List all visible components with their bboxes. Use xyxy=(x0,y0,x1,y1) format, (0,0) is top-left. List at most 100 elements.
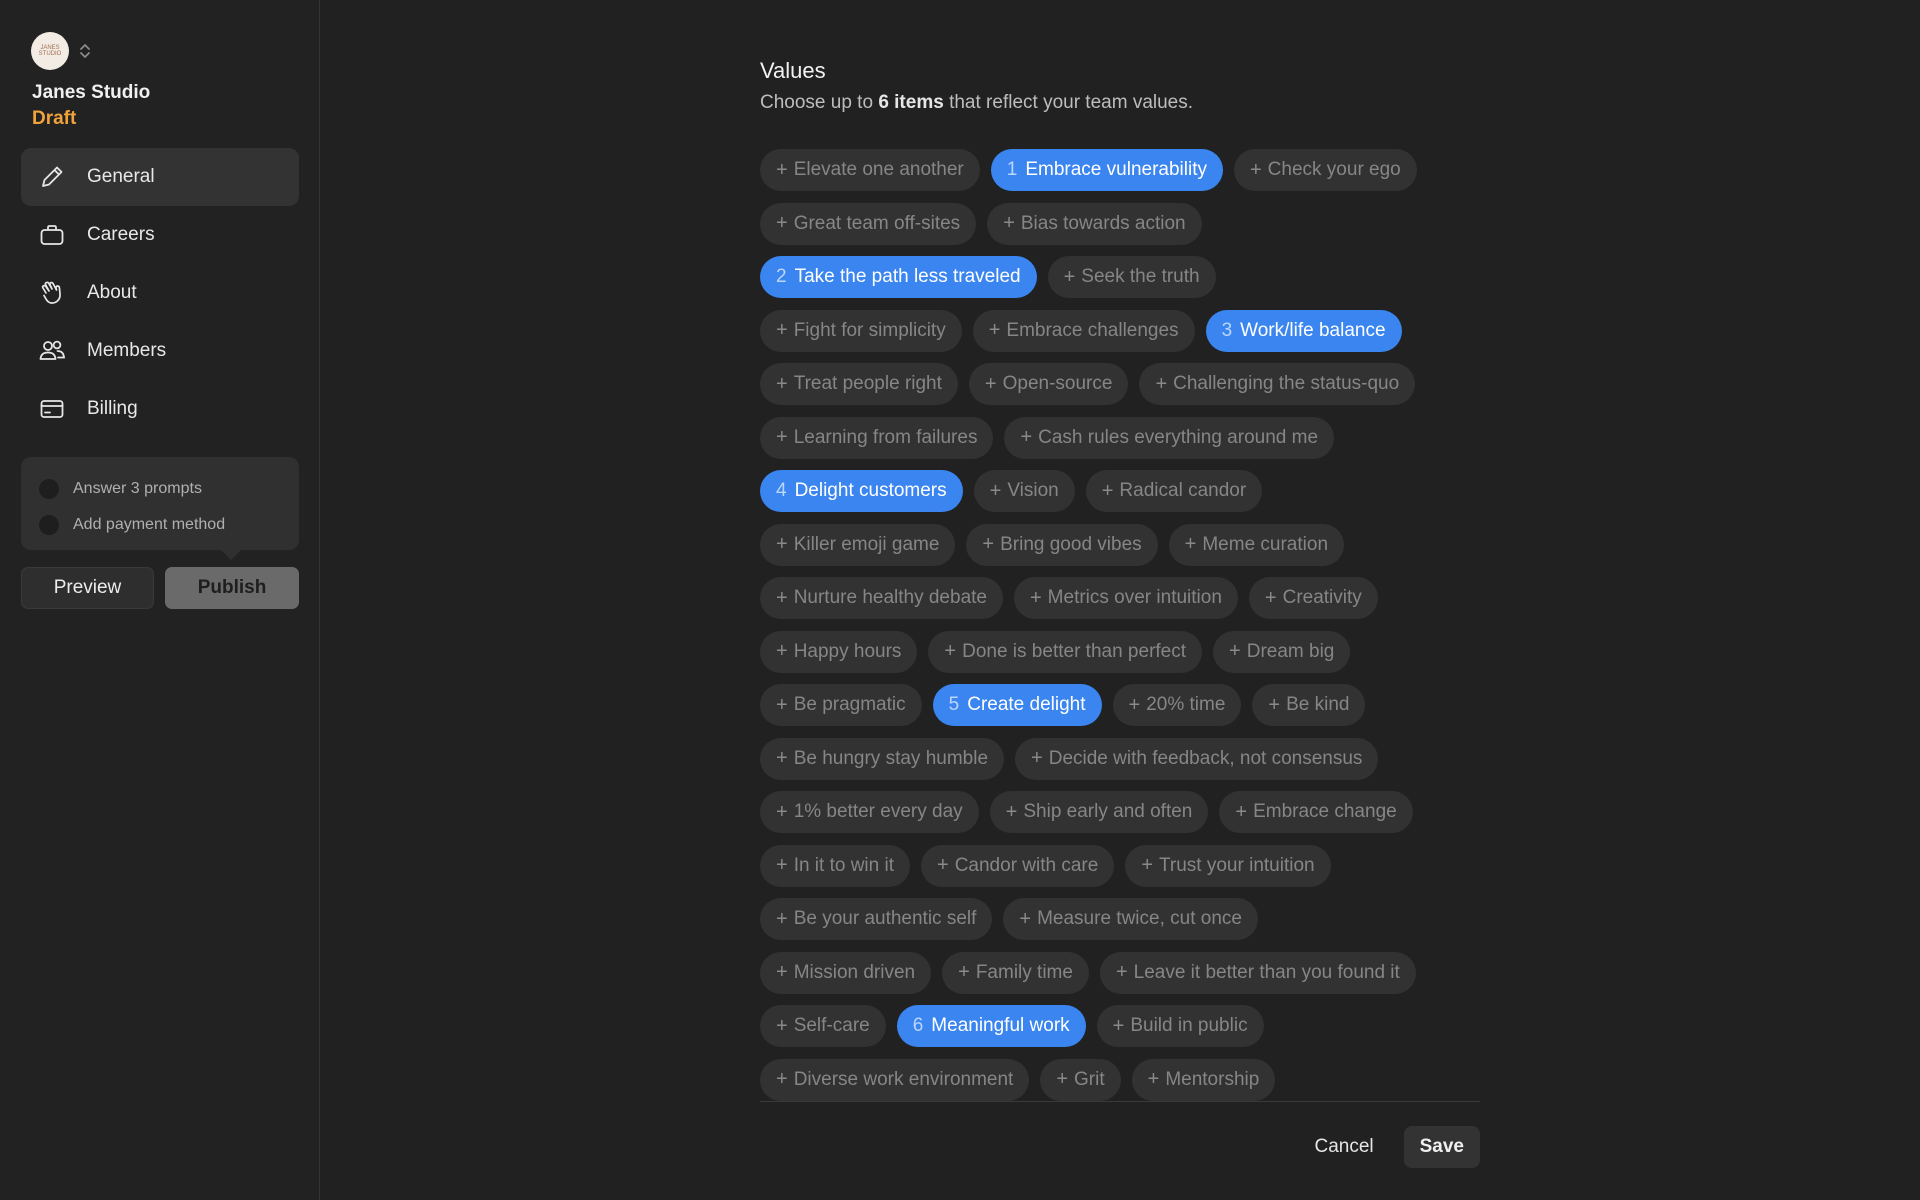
save-button[interactable]: Save xyxy=(1403,1126,1480,1168)
value-chip[interactable]: + Fight for simplicity xyxy=(760,309,962,352)
value-chip[interactable]: + Open-source xyxy=(968,363,1129,405)
value-chip-selected[interactable]: 4 Delight customers xyxy=(760,470,963,512)
cancel-button[interactable]: Cancel xyxy=(1298,1126,1389,1168)
plus-icon: + xyxy=(1128,693,1141,716)
value-chip[interactable]: + Metrics over intuition xyxy=(1013,577,1238,619)
chip-row: + Learning from failures + Cash rules every… xyxy=(760,416,1480,459)
value-chip[interactable]: + Learning from failures xyxy=(760,416,994,459)
value-chip[interactable]: + Radical candor xyxy=(1085,470,1263,512)
sidebar-item-billing[interactable]: Billing xyxy=(21,380,299,438)
chip-label: In it to win it xyxy=(793,854,895,876)
plus-icon: + xyxy=(944,640,957,662)
value-chip[interactable]: + Elevate one another xyxy=(760,149,980,191)
org-avatar[interactable]: JANES STUDIO xyxy=(31,32,69,70)
value-chip[interactable]: + Be pragmatic xyxy=(760,684,922,726)
value-chip[interactable]: + Diverse work environment xyxy=(760,1058,1030,1101)
plus-icon: + xyxy=(1268,693,1281,716)
value-chip[interactable]: + Bring good vibes xyxy=(966,523,1158,566)
plus-icon: + xyxy=(776,212,788,234)
chip-label: Check your ego xyxy=(1267,159,1401,180)
plus-icon: + xyxy=(988,319,1001,341)
value-chip[interactable]: + Self-care xyxy=(760,1005,886,1047)
chip-label: Build in public xyxy=(1130,1015,1248,1036)
value-chip-list: + Elevate one another 1 Embrace vulnerabili… xyxy=(760,149,1480,1112)
value-chip[interactable]: + Embrace challenges xyxy=(972,309,1195,352)
value-chip[interactable]: + Treat people right xyxy=(760,363,958,405)
plus-icon: + xyxy=(776,907,788,930)
sidebar-item-about[interactable]: About xyxy=(21,264,299,322)
value-chip[interactable]: + Grit xyxy=(1040,1058,1121,1101)
value-chip[interactable]: + Happy hours xyxy=(760,630,918,673)
value-chip[interactable]: + Vision xyxy=(973,470,1075,512)
plus-icon: + xyxy=(937,854,949,876)
value-chip[interactable]: + Killer emoji game xyxy=(760,523,956,566)
selection-order: 1 xyxy=(1006,159,1018,180)
value-chip[interactable]: + Family time xyxy=(942,951,1089,994)
value-chip[interactable]: + In it to win it xyxy=(760,844,911,887)
checklist-item[interactable]: Add payment method xyxy=(39,507,299,543)
value-chip-selected[interactable]: 2 Take the path less traveled xyxy=(760,256,1037,298)
chip-row: + Be hungry stay humble + Decide with feedb… xyxy=(760,737,1480,780)
value-chip[interactable]: +20% time xyxy=(1112,684,1242,726)
value-chip[interactable]: + Measure twice, cut once xyxy=(1003,898,1258,940)
value-chip[interactable]: + Decide with feedback, not consensus xyxy=(1015,737,1379,780)
value-chip[interactable]: + Done is better than perfect xyxy=(928,630,1203,673)
value-chip[interactable]: + Challenging the status-quo xyxy=(1139,363,1416,405)
checkbox-icon[interactable] xyxy=(39,515,59,535)
value-chip[interactable]: + Embrace change xyxy=(1219,791,1413,833)
value-chip[interactable]: + Seek the truth xyxy=(1047,256,1216,298)
value-chip[interactable]: +1% better every day xyxy=(760,791,979,833)
value-chip-selected[interactable]: 3 Work/life balance xyxy=(1205,309,1402,352)
plus-icon: + xyxy=(776,1068,788,1090)
chip-label: Family time xyxy=(975,961,1073,983)
chip-label: Be kind xyxy=(1286,694,1350,715)
value-chip[interactable]: + Leave it better than you found it xyxy=(1099,951,1416,994)
preview-button[interactable]: Preview xyxy=(21,567,154,609)
value-chip[interactable]: + Great team off-sites xyxy=(760,202,977,245)
value-chip[interactable]: + Cash rules everything around me xyxy=(1004,416,1335,459)
chip-label: Diverse work environment xyxy=(793,1068,1014,1090)
checklist-item[interactable]: Answer 3 prompts xyxy=(39,471,299,507)
chevron-up-down-icon[interactable] xyxy=(79,42,91,60)
chip-label: Nurture healthy debate xyxy=(793,587,987,608)
org-switcher[interactable]: JANES STUDIO xyxy=(31,32,91,70)
value-chip[interactable]: + Ship early and often xyxy=(989,791,1209,833)
sidebar-item-members[interactable]: Members xyxy=(21,322,299,380)
chip-label: Bias towards action xyxy=(1020,212,1186,234)
chip-row: + Fight for simplicity + Embrace challenges… xyxy=(760,309,1480,352)
value-chip[interactable]: + Mentorship xyxy=(1131,1058,1276,1101)
value-chip[interactable]: + Dream big xyxy=(1213,630,1351,673)
value-chip[interactable]: + Nurture healthy debate xyxy=(760,577,1003,619)
value-chip[interactable]: + Mission driven xyxy=(760,951,932,994)
value-chip[interactable]: + Be hungry stay humble xyxy=(760,737,1005,780)
value-chip[interactable]: + Candor with care xyxy=(921,844,1115,887)
plus-icon: + xyxy=(776,800,788,823)
chip-label: Grit xyxy=(1074,1068,1105,1090)
plus-icon: + xyxy=(1056,1068,1069,1090)
value-chip[interactable]: + Be kind xyxy=(1252,684,1366,726)
value-chip-selected[interactable]: 1 Embrace vulnerability xyxy=(990,149,1223,191)
value-chip[interactable]: + Creativity xyxy=(1248,577,1378,619)
sidebar-item-label: Careers xyxy=(87,224,155,245)
value-chip[interactable]: + Meme curation xyxy=(1168,523,1345,566)
selection-order: 4 xyxy=(776,480,787,501)
value-chip[interactable]: + Build in public xyxy=(1096,1005,1264,1047)
sidebar-item-careers[interactable]: Careers xyxy=(21,206,299,264)
subtitle-text: that reflect your team values. xyxy=(943,92,1194,113)
value-chip-selected[interactable]: 5 Create delight xyxy=(932,684,1102,726)
value-chip[interactable]: + Check your ego xyxy=(1233,149,1417,191)
value-chip-selected[interactable]: 6 Meaningful work xyxy=(896,1005,1086,1047)
plus-icon: + xyxy=(776,319,788,341)
sidebar-actions: Preview Publish xyxy=(21,567,299,609)
value-chip[interactable]: + Bias towards action xyxy=(987,202,1202,245)
chip-label: Measure twice, cut once xyxy=(1037,908,1242,929)
chip-label: Dream big xyxy=(1246,640,1335,662)
sidebar-item-general[interactable]: General xyxy=(21,148,299,206)
value-chip[interactable]: + Trust your intuition xyxy=(1125,844,1331,887)
value-chip[interactable]: + Be your authentic self xyxy=(760,898,993,940)
sidebar-nav: General Careers About Members Billing xyxy=(21,148,299,438)
checkbox-icon[interactable] xyxy=(39,479,59,499)
chip-label: Metrics over intuition xyxy=(1047,587,1222,608)
publish-button[interactable]: Publish xyxy=(165,567,299,609)
page-title: Values xyxy=(760,58,826,83)
